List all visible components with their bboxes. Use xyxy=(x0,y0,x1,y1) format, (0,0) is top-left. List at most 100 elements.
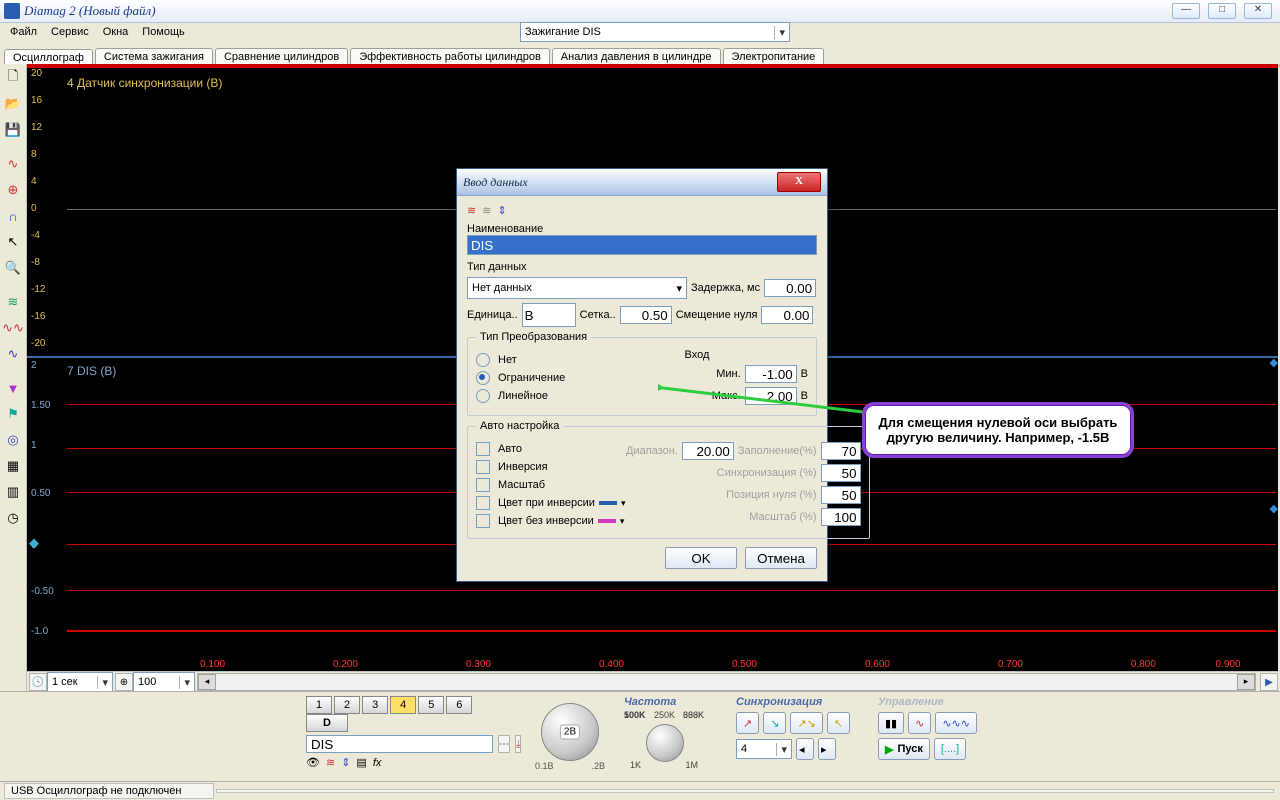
tab-power[interactable]: Электропитание xyxy=(723,48,825,65)
marker-right-2[interactable]: ◆ xyxy=(1270,502,1278,515)
min-input[interactable] xyxy=(745,365,797,383)
minimize-button[interactable]: — xyxy=(1172,3,1200,19)
unit-input[interactable] xyxy=(522,303,576,327)
chk-scale[interactable] xyxy=(476,478,490,492)
ellipsis-icon[interactable]: ⋯ xyxy=(498,735,510,753)
measure-icon[interactable]: ⊕ xyxy=(1,178,25,202)
wave3-icon[interactable]: ∿ xyxy=(1,342,25,366)
range-knob[interactable]: 2В xyxy=(541,703,599,761)
range-input[interactable] xyxy=(682,442,734,460)
updown-icon[interactable]: ⇕ xyxy=(341,756,350,769)
tab-cyl-eff[interactable]: Эффективность работы цилиндров xyxy=(350,48,550,65)
dialog-titlebar[interactable]: Ввод данных X xyxy=(457,169,827,196)
radio-none[interactable] xyxy=(476,353,490,367)
ok-button[interactable]: OK xyxy=(665,547,737,569)
chk-cninv[interactable] xyxy=(476,514,490,528)
scroll-left-icon[interactable]: ◂ xyxy=(198,674,216,690)
color-ninv-swatch[interactable] xyxy=(598,519,616,523)
max-input[interactable] xyxy=(745,387,797,405)
fx-icon[interactable]: fx xyxy=(373,757,382,769)
grid-input[interactable] xyxy=(620,306,672,324)
menu-service[interactable]: Сервис xyxy=(45,24,95,40)
name-input[interactable] xyxy=(467,235,817,255)
sync-next-icon[interactable]: ▸ xyxy=(818,738,836,760)
ruler-icon[interactable]: ▥ xyxy=(1,480,25,504)
zoom-icon[interactable]: 🔍 xyxy=(1,256,25,280)
timebase-select[interactable]: 1 сек▾ xyxy=(47,672,113,692)
tab-cyl-compare[interactable]: Сравнение цилиндров xyxy=(215,48,348,65)
eye-icon[interactable]: 👁 xyxy=(306,756,320,769)
grid-icon[interactable]: ▦ xyxy=(1,454,25,478)
zoom-select[interactable]: 100▾ xyxy=(133,672,195,692)
sync-channel-select[interactable]: 4▾ xyxy=(736,739,792,759)
syncp-input[interactable] xyxy=(821,464,861,482)
run-button[interactable]: ▶Пуск xyxy=(878,738,930,760)
chan-btn-d[interactable]: D xyxy=(306,714,348,732)
zero-input[interactable] xyxy=(761,306,813,324)
chk-auto[interactable] xyxy=(476,442,490,456)
sync-fall-icon[interactable]: ↘ xyxy=(763,712,786,734)
zoom-h-icon[interactable]: ⊕ xyxy=(115,673,133,691)
sync-rise-icon[interactable]: ↗ xyxy=(736,712,759,734)
headphones-icon[interactable]: ∩ xyxy=(1,204,25,228)
dialog-close-icon[interactable]: X xyxy=(777,172,821,192)
pause-button[interactable]: ▮▮ xyxy=(878,712,904,734)
horizontal-scrollbar[interactable]: ◂ ▸ xyxy=(197,673,1256,691)
chan-btn-6[interactable]: 6 xyxy=(446,696,472,714)
wave-a-icon[interactable]: ≋ xyxy=(326,756,335,769)
wave1-icon[interactable]: ≋ xyxy=(1,290,25,314)
radio-limit[interactable] xyxy=(476,371,490,385)
save-file-icon[interactable]: 💾 xyxy=(1,118,25,142)
chan-btn-5[interactable]: 5 xyxy=(418,696,444,714)
gear-icon[interactable]: ◷ xyxy=(1,506,25,530)
chan-btn-2[interactable]: 2 xyxy=(334,696,360,714)
sync-prev-icon[interactable]: ◂ xyxy=(796,738,814,760)
single-wave-button[interactable]: ∿ xyxy=(908,712,931,734)
wave2-icon[interactable]: ∿∿ xyxy=(1,316,25,340)
open-file-icon[interactable]: 📂 xyxy=(1,92,25,116)
channel-name-input[interactable] xyxy=(306,735,493,753)
mode-select[interactable]: Зажигание DIS ▾ xyxy=(520,22,790,42)
close-button[interactable]: ✕ xyxy=(1244,3,1272,19)
ruler-small-icon[interactable]: ▤ xyxy=(356,756,366,769)
chan-btn-3[interactable]: 3 xyxy=(362,696,388,714)
dlg-wave-a-icon[interactable]: ≋ xyxy=(467,204,476,217)
sync-cursor-icon[interactable]: ↖ xyxy=(827,712,850,734)
new-file-icon[interactable]: 🗋 xyxy=(1,66,25,90)
flag-icon[interactable]: ⚑ xyxy=(1,402,25,426)
clock-icon[interactable]: 🕓 xyxy=(29,673,47,691)
cursor-icon[interactable]: ↖ xyxy=(1,230,25,254)
tab-ignition[interactable]: Система зажигания xyxy=(95,48,213,65)
delay-input[interactable] xyxy=(764,279,816,297)
chan-btn-4[interactable]: 4 xyxy=(390,696,416,714)
syncp-label: Синхронизация (%) xyxy=(717,467,817,479)
save-preset-icon[interactable]: ⤓ xyxy=(515,735,521,753)
play-scroll-icon[interactable]: ▶ xyxy=(1260,673,1278,691)
menu-help[interactable]: Помощь xyxy=(136,24,191,40)
dots-button[interactable]: [....] xyxy=(934,738,966,760)
menu-windows[interactable]: Окна xyxy=(97,24,135,40)
chk-cinv[interactable] xyxy=(476,496,490,510)
radio-linear[interactable] xyxy=(476,389,490,403)
marker-right-1[interactable]: ◆ xyxy=(1270,356,1278,369)
cancel-button[interactable]: Отмена xyxy=(745,547,817,569)
freq-knob[interactable] xyxy=(646,724,684,762)
mscale-input[interactable] xyxy=(821,508,861,526)
type-select[interactable]: Нет данных▾ xyxy=(467,277,687,299)
maximize-button[interactable]: □ xyxy=(1208,3,1236,19)
menu-file[interactable]: Файл xyxy=(4,24,43,40)
dlg-updown-icon[interactable]: ⇕ xyxy=(497,204,506,217)
arrow-down-icon[interactable]: ▼ xyxy=(1,376,25,400)
zeropos-input[interactable] xyxy=(821,486,861,504)
auto-icon[interactable]: ∿ xyxy=(1,152,25,176)
dlg-wave-b-icon[interactable]: ≋ xyxy=(482,204,491,217)
scroll-right-icon[interactable]: ▸ xyxy=(1237,674,1255,690)
sync-both-icon[interactable]: ↗↘ xyxy=(790,712,822,734)
chan-btn-1[interactable]: 1 xyxy=(306,696,332,714)
color-inv-swatch[interactable] xyxy=(599,501,617,505)
fill-input[interactable] xyxy=(821,442,861,460)
tab-pressure[interactable]: Анализ давления в цилиндре xyxy=(552,48,721,65)
chk-inv[interactable] xyxy=(476,460,490,474)
target-icon[interactable]: ◎ xyxy=(1,428,25,452)
multi-wave-button[interactable]: ∿∿∿ xyxy=(935,712,977,734)
